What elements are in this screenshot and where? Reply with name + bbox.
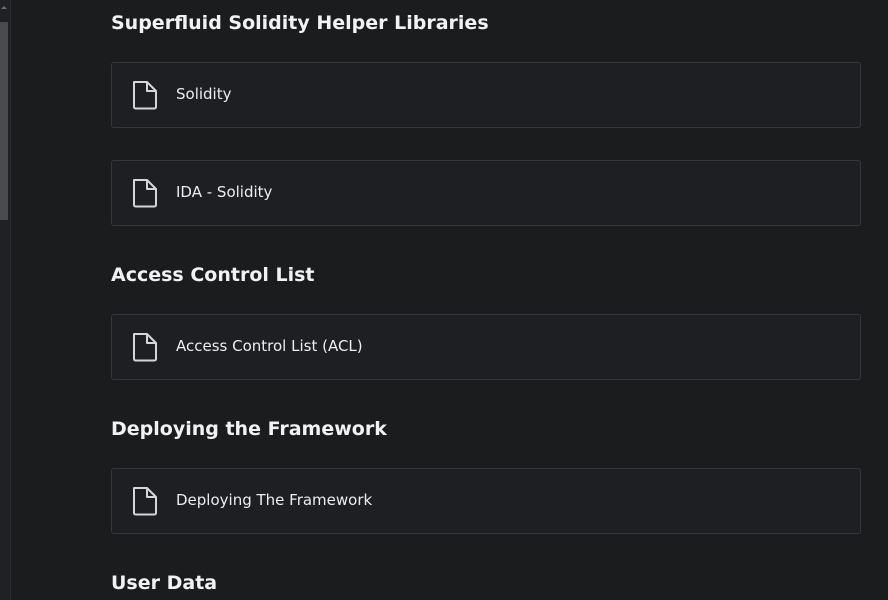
doc-card-label: Deploying The Framework [176, 491, 373, 509]
doc-card-label: Solidity [176, 85, 232, 103]
document-icon [131, 332, 159, 362]
document-icon [131, 486, 159, 516]
docs-page: Superfluid Solidity Helper Libraries Sol… [0, 0, 888, 600]
document-icon [131, 178, 159, 208]
document-icon [131, 80, 159, 110]
scroll-up-arrow-icon[interactable] [0, 0, 8, 10]
vertical-scrollbar[interactable] [0, 0, 11, 600]
doc-card-deploying-framework[interactable]: Deploying The Framework [111, 468, 861, 534]
section-title-access-control-list: Access Control List [111, 264, 315, 286]
section-title-user-data: User Data [111, 572, 218, 594]
doc-card-acl[interactable]: Access Control List (ACL) [111, 314, 861, 380]
doc-card-solidity[interactable]: Solidity [111, 62, 861, 128]
scrollbar-thumb[interactable] [0, 22, 8, 220]
doc-card-ida-solidity[interactable]: IDA - Solidity [111, 160, 861, 226]
section-title-deploying-framework: Deploying the Framework [111, 418, 387, 440]
section-title-helper-libraries: Superfluid Solidity Helper Libraries [111, 12, 489, 34]
doc-card-label: IDA - Solidity [176, 183, 273, 201]
doc-card-label: Access Control List (ACL) [176, 337, 363, 355]
